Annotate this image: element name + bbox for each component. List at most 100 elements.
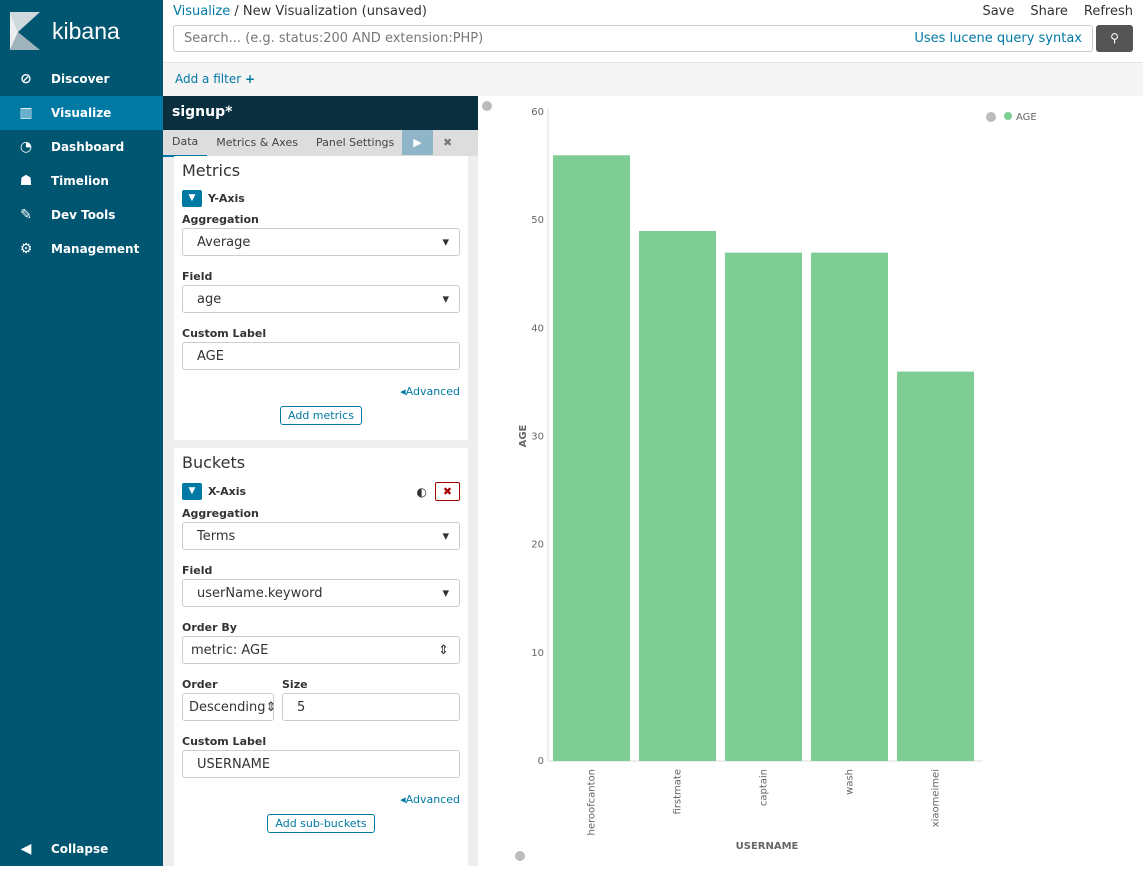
- field-label: Custom Label: [182, 735, 267, 748]
- search-placeholder: Search... (e.g. status:200 AND extension…: [184, 31, 484, 46]
- legend-swatch: [1004, 112, 1012, 120]
- add-sub-buckets-button[interactable]: Add sub-buckets: [267, 814, 375, 833]
- remove-agg-button[interactable]: ✖: [435, 482, 460, 501]
- sidebar: kibana ⊘ Discover ▥ Visualize ◔ Dashboard ☗…: [0, 0, 163, 866]
- field-label: Aggregation: [182, 213, 259, 226]
- chevron-down-icon[interactable]: ▼: [182, 190, 202, 207]
- save-button[interactable]: Save: [982, 4, 1014, 19]
- x-axis-title: USERNAME: [736, 841, 799, 852]
- tab-data[interactable]: Data: [163, 129, 208, 157]
- x-tick-label: firstmate: [673, 769, 684, 814]
- bar-firstmate[interactable]: [639, 230, 716, 761]
- gear-icon: ⚙: [19, 241, 33, 257]
- share-button[interactable]: Share: [1030, 4, 1068, 19]
- add-filter-link[interactable]: Add a filter: [175, 72, 241, 86]
- updown-icon: ⇕: [265, 699, 277, 715]
- search-icon: ⚲: [1110, 31, 1119, 45]
- size-input[interactable]: 5: [282, 693, 460, 721]
- caret-down-icon: ▾: [442, 528, 449, 544]
- sidebar-item-discover[interactable]: ⊘ Discover: [0, 62, 163, 96]
- select-value: metric: AGE: [191, 642, 269, 658]
- y-tick-label: 60: [531, 107, 544, 118]
- advanced-toggle[interactable]: ◂Advanced: [182, 793, 460, 806]
- y-tick-label: 0: [538, 756, 544, 767]
- legend-label[interactable]: AGE: [1016, 112, 1037, 123]
- custom-label-input[interactable]: USERNAME: [182, 750, 460, 778]
- buckets-section: Buckets ▼ X-Axis ◐ ✖ Aggregation Terms ▾ F…: [174, 448, 468, 866]
- x-tick-label: wash: [845, 769, 856, 795]
- x-tick-label: captain: [759, 769, 770, 806]
- search-button[interactable]: ⚲: [1096, 25, 1133, 52]
- input-value: AGE: [197, 348, 224, 364]
- bar-xiaomeimei[interactable]: [897, 371, 974, 761]
- lucene-syntax-link[interactable]: Uses lucene query syntax: [914, 31, 1082, 46]
- agg-title: Y-Axis: [208, 192, 245, 205]
- top-actions: Save Share Refresh: [966, 4, 1133, 19]
- y-tick-label: 30: [531, 432, 544, 443]
- wrench-icon: ✎: [20, 207, 32, 223]
- advanced-toggle[interactable]: ◂Advanced: [182, 385, 460, 398]
- field-select[interactable]: userName.keyword ▾: [182, 579, 460, 607]
- input-value: USERNAME: [197, 756, 271, 772]
- buckets-heading: Buckets: [182, 453, 246, 472]
- page-title: New Visualization (unsaved): [242, 4, 427, 19]
- refresh-button[interactable]: Refresh: [1084, 4, 1133, 19]
- field-label: Order By: [182, 621, 237, 634]
- bar-heroofcanton[interactable]: [553, 155, 630, 761]
- nav-label: Dev Tools: [51, 208, 116, 222]
- sidebar-item-timelion[interactable]: ☗ Timelion: [0, 164, 163, 198]
- discard-changes-button[interactable]: ✖: [443, 130, 452, 156]
- bar-chart: AGE 0 10 20 30 40 50 60 heroofcanton firstmate ca…: [482, 101, 1037, 861]
- tab-panel-settings[interactable]: Panel Settings: [307, 130, 403, 156]
- apply-changes-button[interactable]: ▶: [402, 130, 433, 155]
- order-select[interactable]: Descending ⇕: [182, 693, 277, 721]
- chevron-down-icon[interactable]: ▼: [182, 483, 202, 500]
- field-label: Order: [182, 678, 218, 691]
- bar-wash[interactable]: [811, 252, 888, 761]
- sidebar-item-dashboard[interactable]: ◔ Dashboard: [0, 130, 163, 164]
- nav-label: Discover: [51, 72, 110, 86]
- nav-label: Timelion: [51, 174, 109, 188]
- tab-metrics-axes[interactable]: Metrics & Axes: [207, 130, 307, 156]
- caret-down-icon: ▾: [442, 585, 449, 601]
- field-label: Field: [182, 564, 213, 577]
- breadcrumb-visualize[interactable]: Visualize: [173, 4, 230, 19]
- brand-name: kibana: [52, 17, 120, 44]
- bar-captain[interactable]: [725, 252, 802, 761]
- y-axis-title: AGE: [518, 424, 529, 447]
- y-tick-label: 50: [531, 215, 544, 226]
- select-value: Average: [197, 234, 251, 250]
- collapse-editor-icon[interactable]: [482, 101, 492, 111]
- toggle-icon[interactable]: ◐: [417, 485, 427, 499]
- kibana-logo[interactable]: kibana: [0, 0, 163, 62]
- field-select[interactable]: age ▾: [182, 285, 460, 313]
- field-label: Size: [282, 678, 308, 691]
- sidebar-item-management[interactable]: ⚙ Management: [0, 232, 163, 266]
- aggregation-select[interactable]: Average ▾: [182, 228, 460, 256]
- collapse-label: Collapse: [51, 842, 109, 856]
- collapse-button[interactable]: ◀ Collapse: [0, 832, 163, 866]
- y-tick-label: 20: [531, 540, 544, 551]
- compass-icon: ⊘: [20, 71, 32, 87]
- add-metrics-button[interactable]: Add metrics: [280, 406, 362, 425]
- filter-bar: Add a filter +: [163, 62, 1143, 96]
- y-axis-agg-header[interactable]: ▼ Y-Axis: [182, 190, 460, 207]
- x-axis-agg-header[interactable]: ▼ X-Axis ◐ ✖: [182, 482, 460, 501]
- field-label: Aggregation: [182, 507, 259, 520]
- order-by-select[interactable]: metric: AGE ⇕: [182, 636, 460, 664]
- sidebar-item-dev-tools[interactable]: ✎ Dev Tools: [0, 198, 163, 232]
- breadcrumb-separator: /: [234, 4, 239, 19]
- toggle-spy-icon[interactable]: [515, 851, 525, 861]
- field-label: Custom Label: [182, 327, 267, 340]
- nav-label: Management: [51, 242, 140, 256]
- aggregation-select[interactable]: Terms ▾: [182, 522, 460, 550]
- custom-label-input[interactable]: AGE: [182, 342, 460, 370]
- search-input[interactable]: Search... (e.g. status:200 AND extension…: [173, 25, 1093, 52]
- advanced-label: Advanced: [405, 385, 460, 398]
- select-value: age: [197, 291, 222, 307]
- metrics-section: Metrics ▼ Y-Axis Aggregation Average ▾ Fie…: [174, 156, 468, 440]
- timelion-icon: ☗: [19, 173, 33, 189]
- sidebar-item-visualize[interactable]: ▥ Visualize: [0, 96, 163, 130]
- legend-toggle-icon[interactable]: [986, 112, 996, 122]
- x-tick-label: heroofcanton: [587, 769, 598, 835]
